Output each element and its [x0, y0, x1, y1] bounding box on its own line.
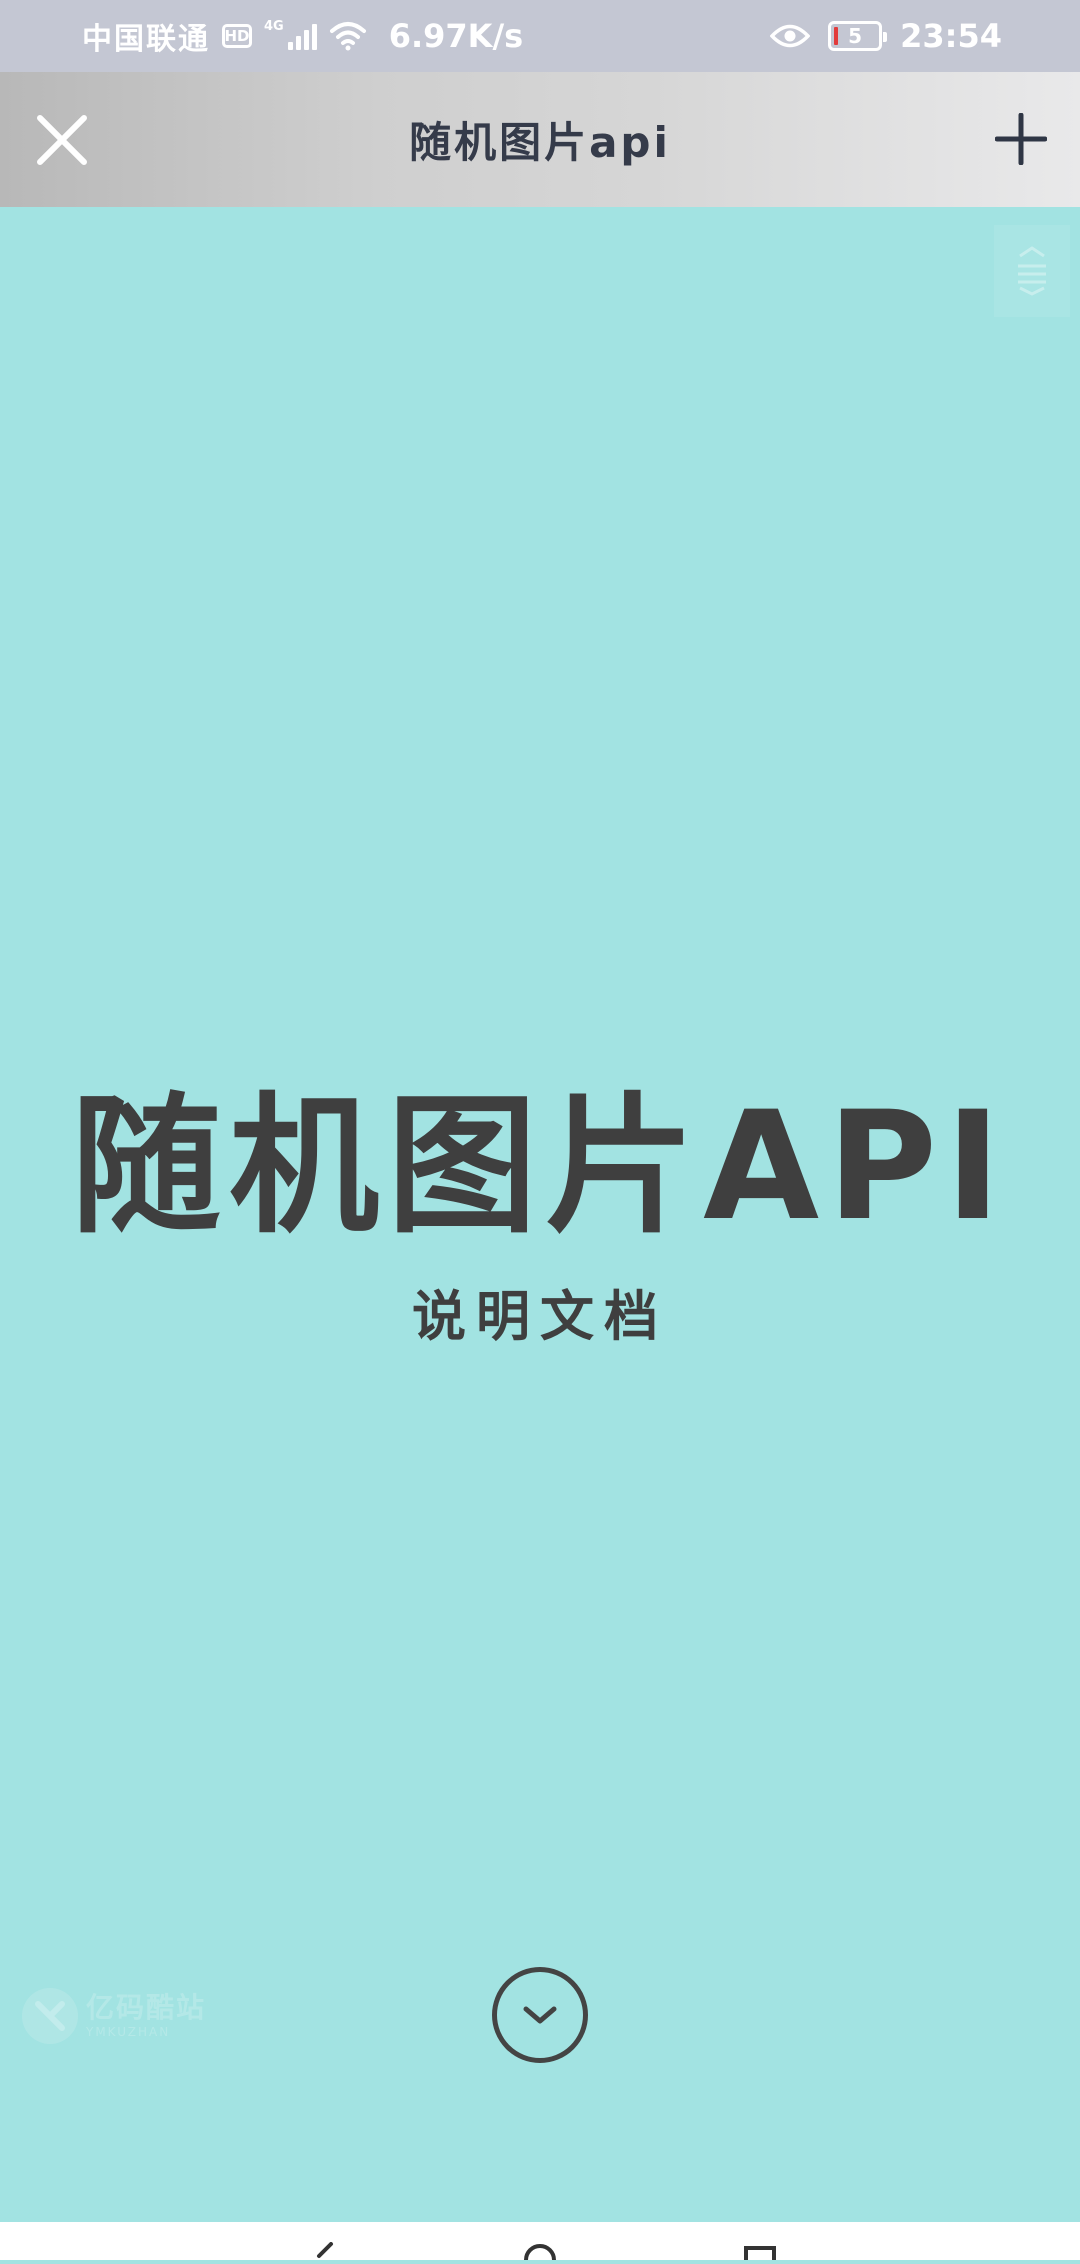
close-button[interactable] [28, 106, 96, 174]
network-speed: 6.97K/s [388, 17, 524, 55]
wifi-icon [329, 21, 367, 51]
hd-icon: HD [222, 24, 252, 48]
nav-back-button[interactable] [305, 2242, 345, 2260]
plus-icon [995, 113, 1047, 165]
watermark-en: YMKUZHAN [86, 2025, 171, 2039]
page-title: 随机图片api [409, 118, 671, 167]
nav-recent-button[interactable] [740, 2242, 780, 2260]
battery-icon: 5 [828, 21, 888, 51]
battery-fill [834, 27, 839, 45]
system-navigation-bar [0, 2222, 1080, 2261]
scroll-down-button[interactable] [492, 1967, 588, 2063]
hero-subtitle: 说明文档 [412, 1285, 668, 1348]
watermark-cn: 亿码酷站 [86, 1991, 207, 2024]
status-right: 5 23:54 [770, 0, 1002, 72]
nav-home-button[interactable] [520, 2242, 560, 2261]
status-bar: 中国联通 HD 4G 6.97K/s 5 23:54 [0, 0, 1080, 72]
close-icon [37, 115, 87, 165]
watermark-logo-icon [22, 1988, 78, 2044]
title-bar: 随机图片api [0, 72, 1080, 207]
chevron-down-icon [523, 2006, 557, 2024]
back-icon [317, 2242, 333, 2258]
carrier-name: 中国联通 [82, 22, 210, 57]
recent-apps-icon [744, 2246, 776, 2260]
hero-title: 随机图片API [71, 1080, 1009, 1254]
network-type: 4G [264, 18, 284, 34]
add-button[interactable] [986, 104, 1056, 174]
eye-icon [770, 23, 811, 49]
hero-section: 随机图片API 说明文档 [0, 207, 1080, 2222]
signal-icon [287, 22, 317, 50]
clock: 23:54 [900, 17, 1002, 55]
watermark-text: 亿码酷站 YMKUZHAN [86, 1991, 207, 2039]
watermark: 亿码酷站 YMKUZHAN [22, 1988, 206, 2044]
home-icon [524, 2244, 556, 2261]
status-left: 中国联通 HD 4G 6.97K/s [82, 0, 523, 72]
battery-level: 5 [848, 24, 863, 48]
